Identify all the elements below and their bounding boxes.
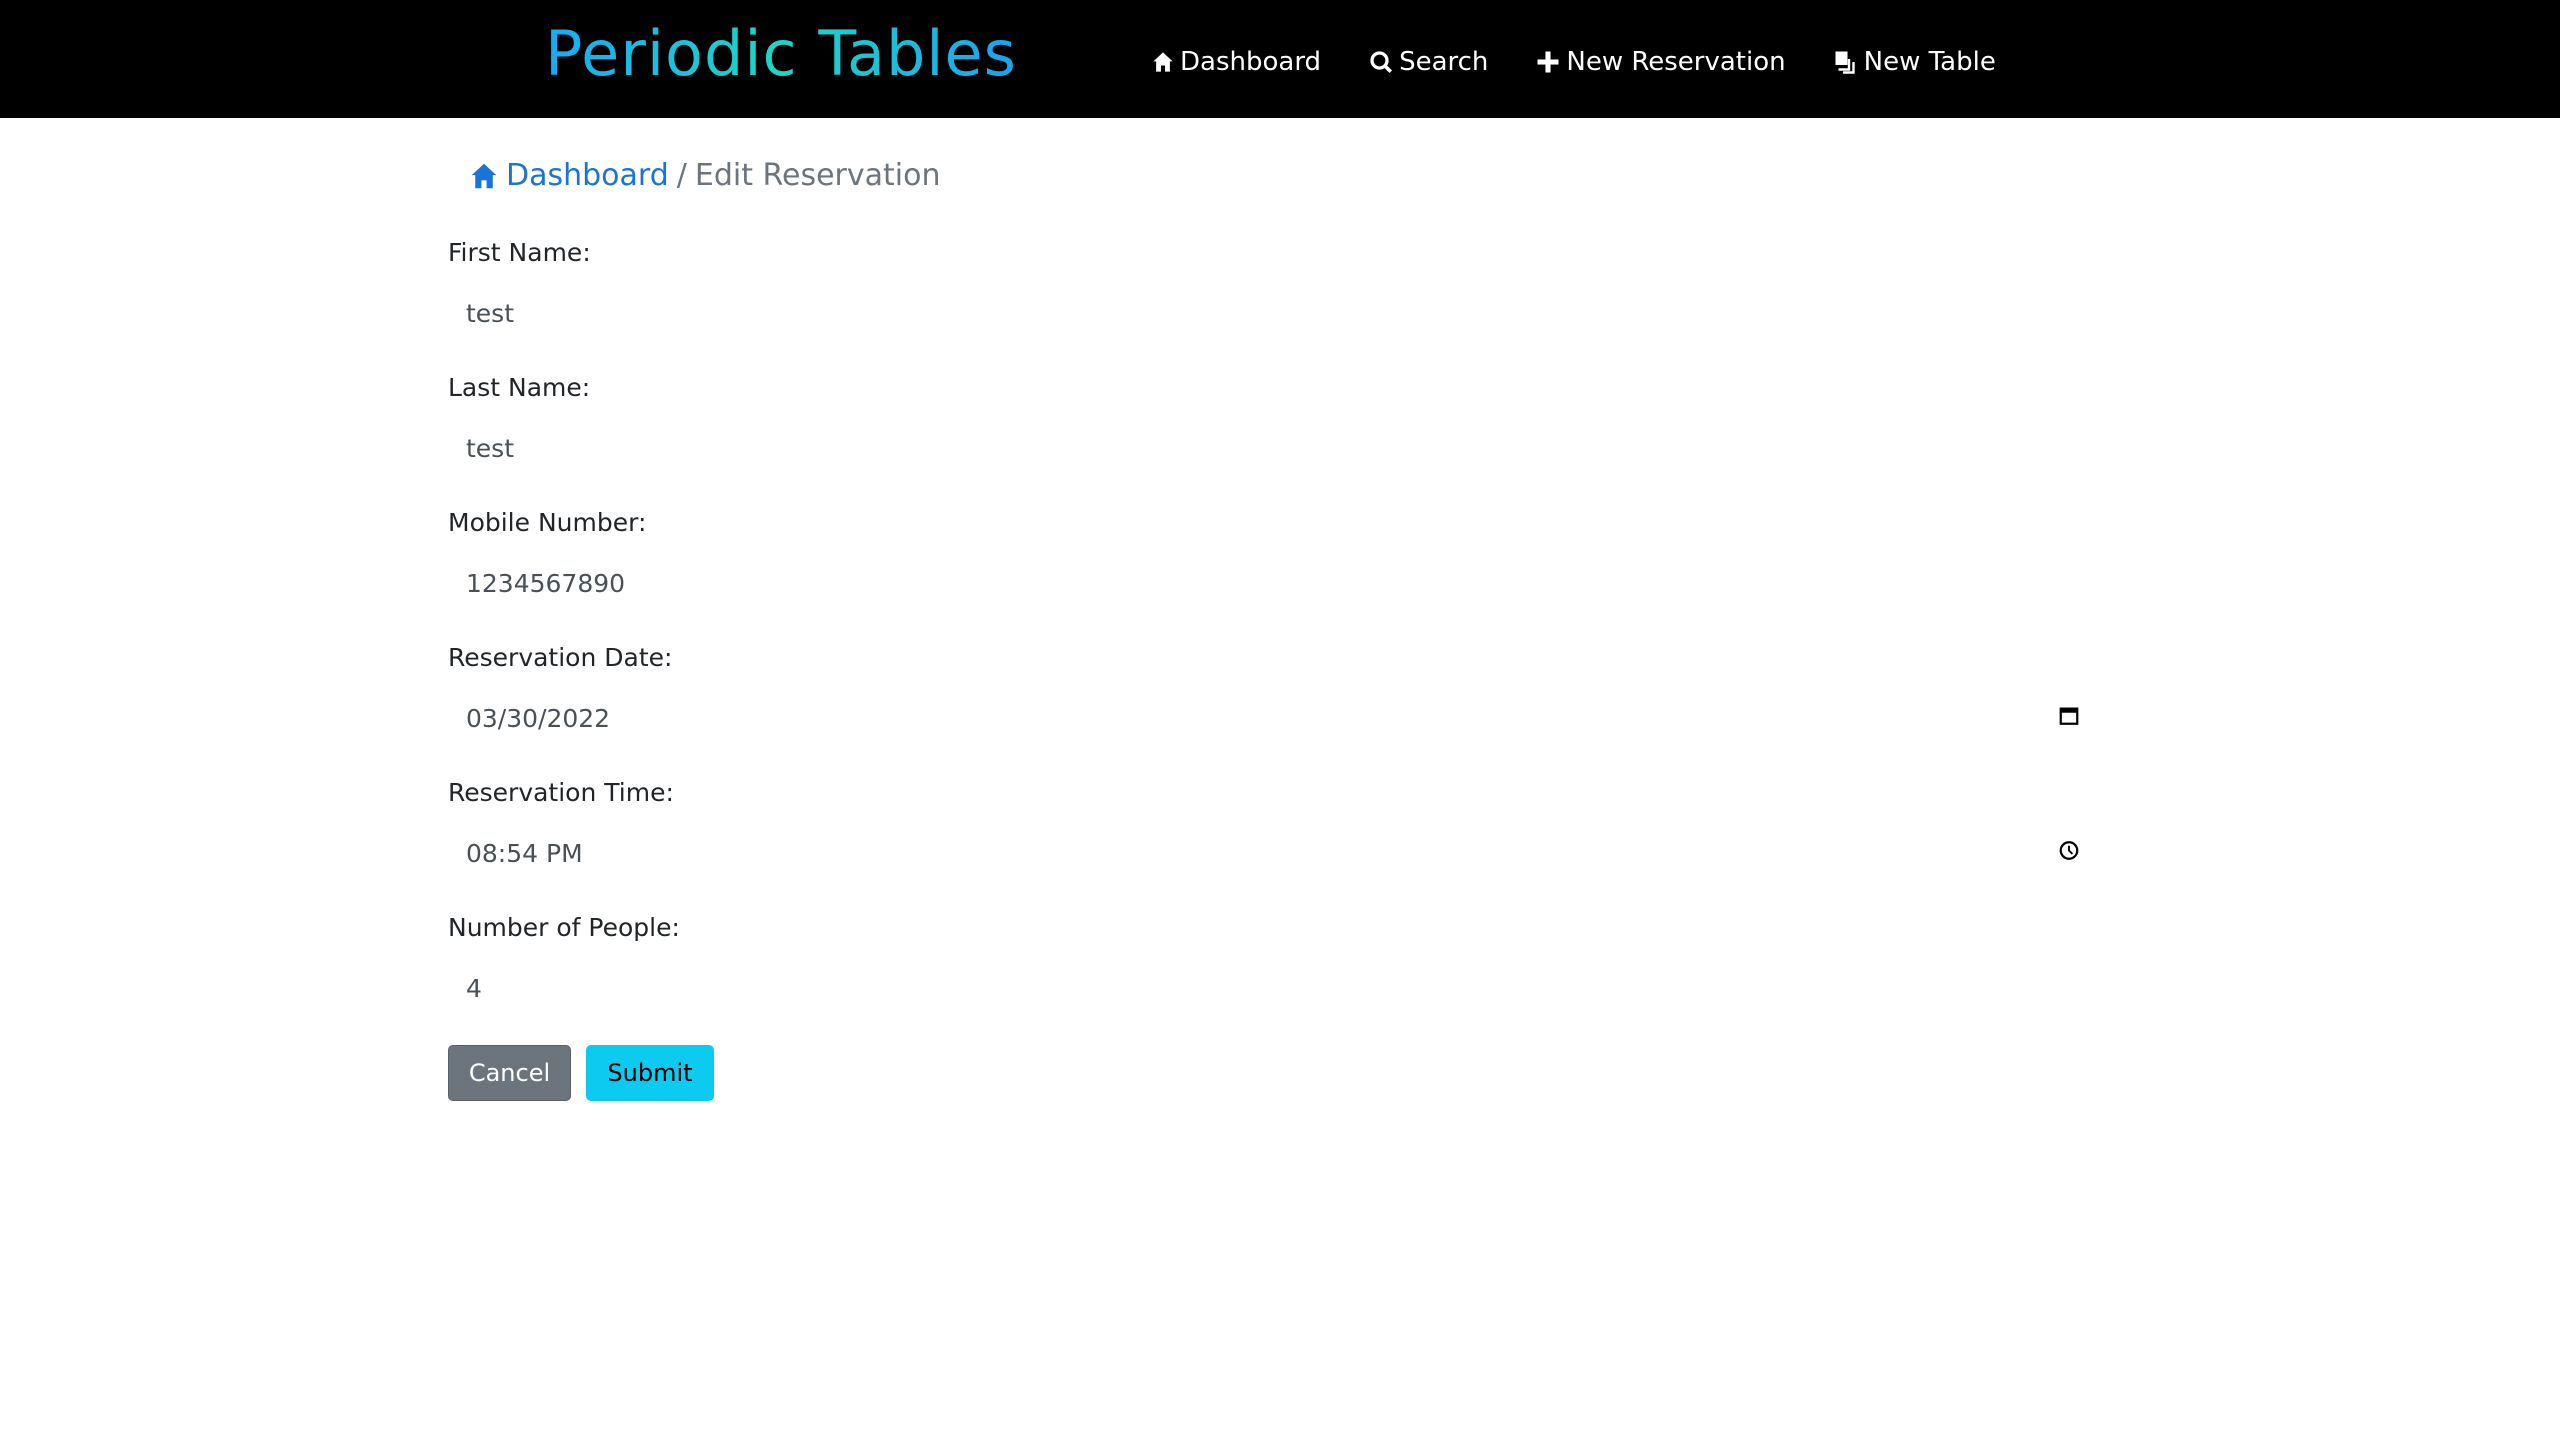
search-icon bbox=[1370, 51, 1393, 74]
mobile-number-input[interactable]: 1234567890 bbox=[448, 555, 2096, 611]
nav-search[interactable]: Search bbox=[1369, 44, 1488, 80]
reservation-date-value: 03/30/2022 bbox=[466, 703, 611, 733]
last-name-label: Last Name: bbox=[448, 373, 591, 402]
calendar-icon[interactable] bbox=[2058, 704, 2080, 733]
nav-new-table-label: New Table bbox=[1863, 47, 1996, 77]
nav-dashboard[interactable]: Dashboard bbox=[1152, 44, 1321, 80]
breadcrumb: Dashboard / Edit Reservation bbox=[470, 158, 941, 193]
home-icon bbox=[1153, 52, 1173, 72]
reservation-date-input[interactable]: 03/30/2022 bbox=[448, 690, 2096, 746]
nav-menu: Dashboard Search New Reservation New Tab… bbox=[1152, 44, 2044, 80]
people-label: Number of People: bbox=[448, 913, 680, 942]
people-value: 4 bbox=[466, 973, 482, 1003]
navbar: Periodic Tables Dashboard Search New Res… bbox=[0, 0, 2560, 118]
brand-title[interactable]: Periodic Tables bbox=[545, 14, 1017, 94]
first-name-value: test bbox=[466, 298, 515, 328]
nav-search-label: Search bbox=[1399, 47, 1489, 77]
submit-button[interactable]: Submit bbox=[586, 1045, 714, 1101]
people-input[interactable]: 4 bbox=[448, 960, 2096, 1016]
first-name-label: First Name: bbox=[448, 238, 591, 267]
breadcrumb-separator: / bbox=[676, 158, 687, 193]
reservation-time-value: 08:54 PM bbox=[466, 838, 583, 868]
reservation-time-input[interactable]: 08:54 PM bbox=[448, 825, 2096, 881]
nav-dashboard-label: Dashboard bbox=[1180, 47, 1322, 77]
home-icon bbox=[471, 163, 497, 188]
breadcrumb-current: Edit Reservation bbox=[694, 158, 941, 193]
plus-icon bbox=[1537, 51, 1559, 73]
cancel-button[interactable]: Cancel bbox=[448, 1045, 571, 1101]
nav-new-reservation-label: New Reservation bbox=[1566, 47, 1786, 77]
mobile-number-value: 1234567890 bbox=[466, 568, 626, 598]
table-icon bbox=[1835, 51, 1855, 74]
last-name-value: test bbox=[466, 433, 515, 463]
last-name-input[interactable]: test bbox=[448, 420, 2096, 476]
clock-icon[interactable] bbox=[2058, 839, 2080, 868]
reservation-date-label: Reservation Date: bbox=[448, 643, 673, 672]
breadcrumb-dashboard-link[interactable]: Dashboard bbox=[506, 158, 669, 193]
reservation-time-label: Reservation Time: bbox=[448, 778, 674, 807]
mobile-number-label: Mobile Number: bbox=[448, 508, 647, 537]
nav-new-table[interactable]: New Table bbox=[1834, 44, 1996, 80]
first-name-input[interactable]: test bbox=[448, 285, 2096, 341]
nav-new-reservation[interactable]: New Reservation bbox=[1536, 44, 1786, 80]
